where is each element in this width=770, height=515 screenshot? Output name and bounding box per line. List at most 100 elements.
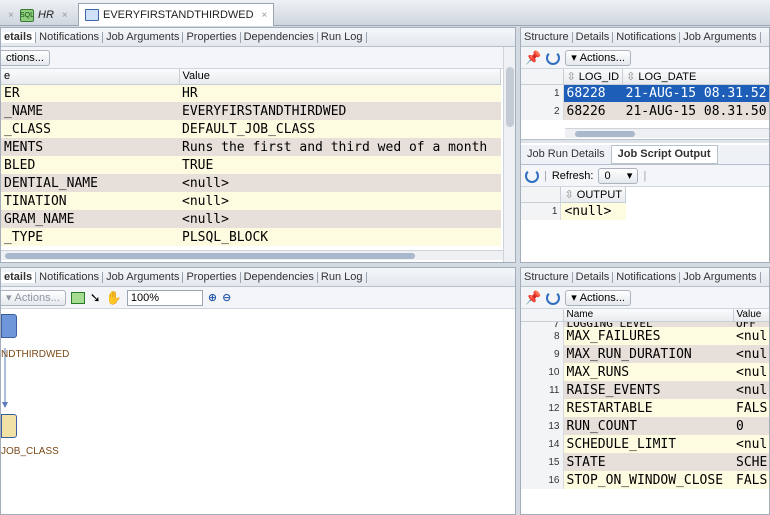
table-row[interactable]: GRAM_NAME <null> [1, 210, 501, 228]
zoom-input[interactable]: 100% [126, 289, 203, 306]
table-row[interactable]: BLED TRUE [1, 156, 501, 174]
table-row[interactable]: 1 <null> [521, 202, 626, 220]
table-row[interactable]: 10 MAX_RUNS <nul [521, 363, 769, 381]
subtab-details[interactable]: etails [1, 31, 37, 43]
job-node-icon[interactable] [1, 314, 17, 338]
subtab-details[interactable]: etails [1, 271, 37, 283]
table-row[interactable]: TINATION <null> [1, 192, 501, 210]
actions-button[interactable]: ctions... [1, 49, 50, 66]
zoom-out-icon[interactable]: ⊖ [222, 291, 231, 304]
diagram-node-label[interactable]: JOB_CLASS [1, 446, 59, 457]
table-row[interactable]: 13 RUN_COUNT 0 [521, 417, 769, 435]
editor-tab-hr[interactable]: SQL HR × [14, 4, 74, 26]
splitter[interactable] [521, 139, 769, 143]
log-table: ⇳ LOG_ID ⇳ LOG_DATE 1 68228 21-AUG-15 08.3… [521, 69, 769, 120]
subtab-notifications[interactable]: Notifications [36, 271, 104, 283]
job-structure-panel: Structure Details Notifications Job Argu… [520, 267, 770, 515]
actions-button[interactable]: ▾ Actions... [565, 289, 631, 306]
subtab-run-log[interactable]: Run Log [318, 31, 367, 43]
log-toolbar: 📌 ▾ Actions... [521, 47, 769, 69]
refresh-icon[interactable] [546, 290, 561, 305]
column-header-log-id[interactable]: ⇳ LOG_ID [563, 69, 624, 85]
column-header-name[interactable]: e [1, 69, 180, 85]
horizontal-scrollbar[interactable] [565, 128, 769, 138]
zoom-in-icon[interactable]: ⊕ [208, 291, 217, 304]
row-number: 12 [521, 399, 564, 417]
export-image-icon[interactable] [70, 291, 85, 304]
subtab-job-arguments[interactable]: Job Arguments [680, 31, 761, 43]
property-value: DEFAULT_JOB_CLASS [179, 120, 501, 138]
diagram-canvas[interactable]: NDTHIRDWED JOB_CLASS [1, 310, 515, 514]
table-row[interactable]: _NAME EVERYFIRSTANDTHIRDWED [1, 102, 501, 120]
subtab-job-arguments[interactable]: Job Arguments [103, 31, 184, 43]
attribute-name: MAX_RUNS [563, 363, 733, 381]
table-row[interactable]: 11 RAISE_EVENTS <nul [521, 381, 769, 399]
subtab-notifications[interactable]: Notifications [36, 31, 104, 43]
subtab-notifications[interactable]: Notifications [613, 31, 681, 43]
attribute-name: RAISE_EVENTS [563, 381, 733, 399]
tab-job-script-output[interactable]: Job Script Output [610, 145, 718, 164]
pan-hand-icon[interactable]: ✋ [106, 290, 122, 306]
table-row[interactable]: 12 RESTARTABLE FALS [521, 399, 769, 417]
subtab-properties[interactable]: Properties [183, 271, 241, 283]
log-date-cell: 21-AUG-15 08.31.52 [622, 84, 769, 102]
subtab-dependencies[interactable]: Dependencies [241, 271, 318, 283]
attribute-name: RUN_COUNT [563, 417, 733, 435]
tab-job-run-details[interactable]: Job Run Details [521, 149, 611, 160]
horizontal-scrollbar[interactable] [1, 250, 503, 260]
actions-button[interactable]: ▾ Actions... [1, 289, 66, 306]
table-row[interactable]: 1 68228 21-AUG-15 08.31.52 [521, 84, 769, 102]
subtab-dependencies[interactable]: Dependencies [241, 31, 318, 43]
table-row[interactable]: 9 MAX_RUN_DURATION <nul [521, 345, 769, 363]
actions-button[interactable]: ▾ Actions... [565, 49, 631, 66]
row-number: 16 [521, 471, 564, 489]
subtab-run-log[interactable]: Run Log [318, 271, 367, 283]
subtab-job-arguments[interactable]: Job Arguments [103, 271, 184, 283]
refresh-icon[interactable] [525, 168, 539, 183]
subtab-job-arguments[interactable]: Job Arguments [680, 271, 761, 283]
column-header-log-date[interactable]: ⇳ LOG_DATE [622, 69, 769, 85]
subtab-notifications[interactable]: Notifications [613, 271, 681, 283]
table-row[interactable]: 8 MAX_FAILURES <nul [521, 327, 769, 345]
subtab-structure[interactable]: Structure [521, 271, 573, 283]
refresh-interval-value: 0 [604, 169, 611, 182]
diagram-node-label[interactable]: NDTHIRDWED [1, 349, 69, 360]
job-icon [85, 9, 99, 21]
subtab-properties[interactable]: Properties [183, 31, 241, 43]
refresh-interval-select[interactable]: 0 ▾ [598, 167, 639, 184]
table-row[interactable]: 15 STATE SCHE [521, 453, 769, 471]
vertical-scrollbar[interactable] [503, 47, 515, 262]
attribute-value: <nul [733, 381, 769, 399]
table-row[interactable]: _CLASS DEFAULT_JOB_CLASS [1, 120, 501, 138]
pin-icon[interactable]: 📌 [525, 290, 541, 306]
pin-icon[interactable]: 📌 [525, 50, 541, 66]
column-header-output[interactable]: ⇳ OUTPUT [560, 187, 626, 203]
table-row[interactable]: _TYPE PLSQL_BLOCK [1, 228, 501, 246]
subtab-structure[interactable]: Structure [521, 31, 573, 43]
table-row[interactable]: DENTIAL_NAME <null> [1, 174, 501, 192]
column-header-name[interactable]: Name [563, 309, 734, 322]
dropdown-arrow-icon: ▾ [571, 52, 577, 64]
refresh-icon[interactable] [546, 50, 561, 65]
select-pointer-icon[interactable]: ➘ [90, 290, 101, 306]
structure-table: Name Value 7LOGGING_LEVELOFF8MAX_FAILURE… [521, 309, 769, 489]
job-class-node-icon[interactable] [1, 414, 17, 438]
table-row[interactable]: 2 68226 21-AUG-15 08.31.50 [521, 102, 769, 120]
property-name: _CLASS [1, 120, 179, 138]
column-header-value[interactable]: Value [733, 309, 769, 322]
column-label: LOG_DATE [638, 70, 697, 83]
close-icon[interactable]: × [262, 10, 268, 21]
table-row[interactable]: 14 SCHEDULE_LIMIT <nul [521, 435, 769, 453]
editor-tab-label: HR [38, 9, 54, 21]
editor-tab-job[interactable]: EVERYFIRSTANDTHIRDWED × [78, 3, 275, 26]
property-name: ER [1, 84, 179, 102]
row-number: 11 [521, 381, 564, 399]
subtab-details[interactable]: Details [573, 31, 614, 43]
close-icon[interactable]: × [62, 10, 68, 21]
close-icon[interactable]: × [8, 10, 14, 21]
table-row[interactable]: MENTS Runs the first and third wed of a m… [1, 138, 501, 156]
table-row[interactable]: 16 STOP_ON_WINDOW_CLOSE FALS [521, 471, 769, 489]
column-header-value[interactable]: Value [179, 69, 501, 85]
table-row[interactable]: ER HR [1, 84, 501, 102]
subtab-details[interactable]: Details [573, 271, 614, 283]
